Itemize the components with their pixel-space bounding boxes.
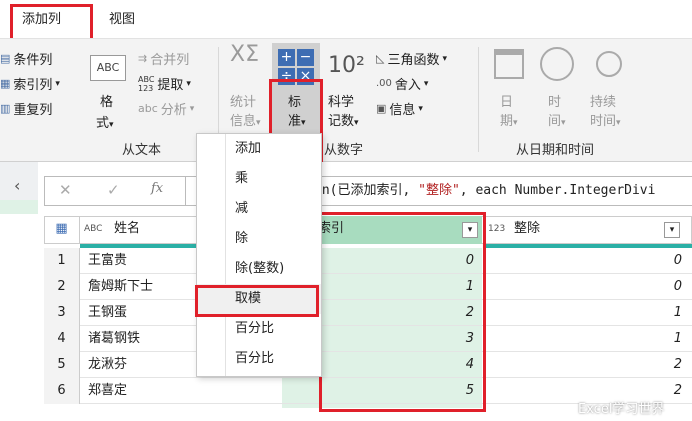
calendar-icon [494,49,524,79]
ribbon-divider [478,47,479,152]
merge-columns-button[interactable]: ⇉ 合并列 [138,49,189,68]
highlight-box-index-column [319,212,486,412]
clock-icon [540,47,574,81]
cell-div[interactable]: 2 [484,352,682,378]
menu-item[interactable]: 百分比 [197,344,321,374]
conditional-column-button[interactable]: ▤ 条件列 [0,49,52,68]
cell-name[interactable]: 王富贵 [88,248,127,274]
row-number[interactable]: 5 [44,352,80,378]
menu-item[interactable]: 除 [197,224,321,254]
menu-item[interactable]: 百分比 [197,314,321,344]
group-label-from-text: 从文本 [122,143,162,158]
format-icon: ABC [90,55,126,81]
column-header-div[interactable]: 整除 [514,216,540,242]
cell-div[interactable]: 0 [484,274,682,300]
text-type-icon[interactable]: ABC [84,216,102,242]
trigonometry-button[interactable]: ◺ 三角函数 ▾ [376,49,447,68]
date-button[interactable]: 日 期▾ [500,91,518,129]
standard-dropdown-menu: 添加乘减除除(整数) 取模 百分比 百分比 [196,133,322,377]
rounding-icon: .00 [376,78,392,89]
ribbon: ▤ 条件列 ▦ 索引列 ▾ ▥ 重复列 ABC 格 式▾ ⇉ 合并列 ABC 12… [0,38,692,171]
duration-button[interactable]: 持续 时间▾ [590,91,621,129]
div-filter-icon[interactable]: ▾ [664,222,680,238]
chevron-down-icon: ▾ [109,120,114,130]
confirm-icon[interactable]: ✓ [107,181,120,199]
menu-item[interactable]: 减 [197,194,321,224]
triangle-icon: ◺ [376,52,385,65]
number-type-icon[interactable]: 123 [488,216,505,242]
column-header-name[interactable]: 姓名 [114,216,140,242]
rounding-button[interactable]: .00 舍入 ▾ [376,74,428,93]
row-number[interactable]: 4 [44,326,80,352]
row-number[interactable]: 6 [44,378,80,404]
extract-icon: ABC 123 [138,74,155,93]
format-button[interactable]: 式▾ [96,112,114,131]
chevron-down-icon: ▾ [256,118,261,128]
menu-item[interactable]: 添加 [197,134,321,164]
cell-div[interactable]: 1 [484,326,682,352]
stopwatch-icon [596,51,622,77]
index-column-icon: ▦ [0,77,11,90]
information-button[interactable]: ▣ 信息 ▾ [376,99,423,118]
cell-name[interactable]: 郑喜定 [88,378,127,404]
cell-div[interactable]: 1 [484,300,682,326]
highlight-box-modulo [195,285,319,317]
cell-name[interactable]: 龙湫芬 [88,352,127,378]
chevron-down-icon: ▾ [561,118,566,128]
row-number[interactable]: 3 [44,300,80,326]
chevron-down-icon: ▾ [55,78,60,89]
chevron-down-icon: ▾ [442,53,448,64]
parse-button[interactable]: abc 分析 ▾ [138,99,194,118]
chevron-down-icon: ▾ [616,118,621,128]
parse-icon: abc [138,102,158,115]
group-label-from-number: 从数字 [324,143,364,158]
group-label-from-datetime: 从日期和时间 [516,143,595,158]
duplicate-column-icon: ▥ [0,102,11,115]
format-label-1[interactable]: 格 [100,91,113,110]
chevron-down-icon: ▾ [423,78,429,89]
chevron-down-icon: ▾ [189,103,195,114]
statistics-button[interactable]: 统计 信息▾ [230,91,261,129]
row-number[interactable]: 2 [44,274,80,300]
fx-icon[interactable]: fx [151,181,163,196]
chevron-down-icon: ▾ [186,78,191,89]
cell-name[interactable]: 王钢蛋 [88,300,127,326]
scientific-icon: 10² [328,53,365,78]
cell-div[interactable]: 0 [484,248,682,274]
table-menu-icon[interactable]: ▦ [44,216,80,244]
cell-name[interactable]: 詹姆斯下士 [88,274,153,300]
conditional-column-icon: ▤ [0,52,11,65]
menu-item[interactable]: 除(整数) [197,254,321,284]
watermark: Excel学习世界 [578,402,665,417]
query-pane-edge [0,200,38,214]
tab-view[interactable]: 视图 [103,8,141,32]
cancel-icon[interactable]: ✕ [59,181,72,199]
cell-name[interactable]: 诸葛钢铁 [88,326,140,352]
formula-bar: ‹ ✕ ✓ fx mn(已添加索引, "整除", each Number.Int… [0,162,692,214]
duplicate-column-button[interactable]: ▥ 重复列 [0,99,52,118]
highlight-box-add-column [10,4,93,42]
chevron-down-icon: ▾ [513,118,518,128]
row-number[interactable]: 1 [44,248,80,274]
chevron-left-icon: ‹ [14,176,21,195]
menu-item[interactable]: 乘 [197,164,321,194]
time-button[interactable]: 时 间▾ [548,91,566,129]
formula-buttons: ✕ ✓ fx [44,176,186,206]
scientific-button[interactable]: 科学 记数▾ [328,91,359,129]
index-column-button[interactable]: ▦ 索引列 ▾ [0,74,60,93]
extract-button[interactable]: ABC 123 提取 ▾ [138,74,191,94]
ribbon-tab-bar: 添加列 视图 [0,0,692,38]
chevron-down-icon: ▾ [354,118,359,128]
chevron-down-icon: ▾ [418,103,423,114]
statistics-icon: XΣ [230,42,259,67]
merge-columns-icon: ⇉ [138,52,148,65]
information-icon: ▣ [376,102,387,115]
